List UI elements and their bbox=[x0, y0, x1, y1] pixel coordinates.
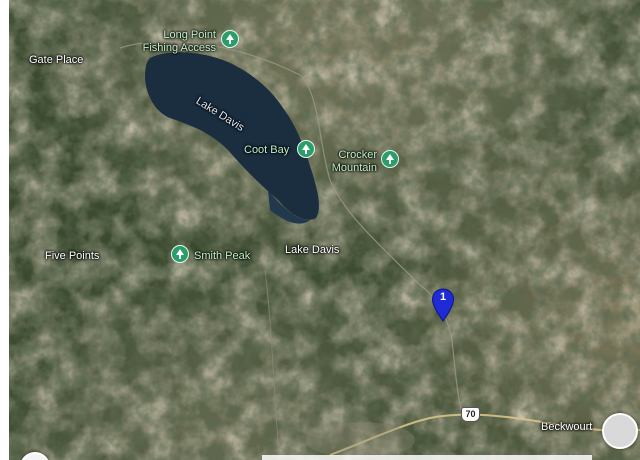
poi-label-crocker-mountain[interactable]: Crocker Mountain bbox=[325, 149, 377, 175]
poi-label-line: Long Point bbox=[163, 29, 216, 41]
place-label-beckwourth: Beckwourt bbox=[541, 421, 593, 433]
map-left-border bbox=[0, 0, 9, 460]
marker-pin-number: 1 bbox=[439, 291, 447, 303]
poi-label-line: Fishing Access bbox=[142, 42, 216, 54]
poi-marker-long-point[interactable] bbox=[221, 30, 239, 48]
tree-icon bbox=[176, 249, 184, 259]
tree-icon bbox=[302, 144, 310, 154]
poi-label-line: Crocker bbox=[338, 149, 377, 161]
poi-marker-crocker-mountain[interactable] bbox=[381, 150, 399, 168]
satellite-map[interactable]: Gate Place Five Points Lake Davis Beckwo… bbox=[0, 0, 640, 460]
tree-icon bbox=[386, 154, 394, 164]
poi-label-line: Mountain bbox=[331, 162, 377, 174]
place-label-gate-place: Gate Place bbox=[29, 54, 84, 66]
place-label-lake-davis-town: Lake Davis bbox=[285, 244, 340, 256]
map-bottom-bar bbox=[262, 455, 592, 460]
poi-marker-coot-bay[interactable] bbox=[297, 140, 315, 158]
poi-label-smith-peak[interactable]: Smith Peak bbox=[194, 250, 250, 263]
poi-marker-smith-peak[interactable] bbox=[171, 245, 189, 263]
marker-pin-1[interactable]: 1 bbox=[431, 288, 455, 322]
poi-label-coot-bay[interactable]: Coot Bay bbox=[244, 144, 289, 157]
map-control-button[interactable] bbox=[602, 413, 638, 449]
satellite-terrain bbox=[0, 0, 640, 460]
poi-label-long-point[interactable]: Long Point Fishing Access bbox=[132, 29, 216, 55]
highway-70-shield: 70 bbox=[461, 407, 480, 422]
tree-icon bbox=[226, 34, 234, 44]
place-label-five-points: Five Points bbox=[45, 250, 100, 262]
